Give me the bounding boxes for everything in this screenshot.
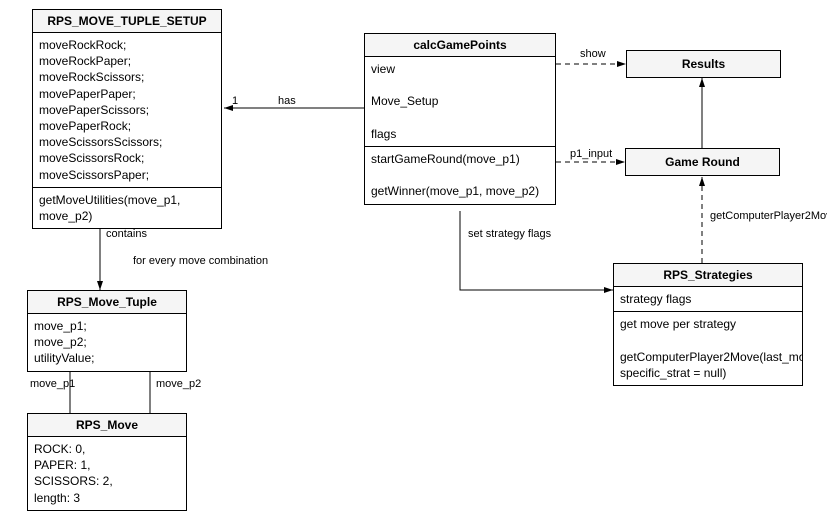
class-methods: startGameRound(move_p1) getWinner(move_p… (365, 147, 555, 204)
class-rps-move: RPS_Move ROCK: 0, PAPER: 1, SCISSORS: 2,… (27, 413, 187, 511)
class-title: Game Round (626, 149, 779, 175)
label-contains: contains (106, 228, 147, 240)
class-attributes: strategy flags (614, 287, 802, 312)
class-title: RPS_MOVE_TUPLE_SETUP (33, 10, 221, 33)
class-methods: get move per strategy getComputerPlayer2… (614, 312, 802, 385)
class-rps-move-tuple: RPS_Move_Tuple move_p1; move_p2; utility… (27, 290, 187, 372)
class-title: calcGamePoints (365, 34, 555, 57)
class-results: Results (626, 50, 781, 78)
class-rps-strategies: RPS_Strategies strategy flags get move p… (613, 263, 803, 386)
class-calc-game-points: calcGamePoints view Move_Setup flags sta… (364, 33, 556, 205)
label-for-every: for every move combination (133, 255, 268, 267)
class-rps-move-tuple-setup: RPS_MOVE_TUPLE_SETUP moveRockRock; moveR… (32, 9, 222, 229)
label-move-p2: move_p2 (156, 378, 201, 390)
label-set-strategy-flags: set strategy flags (468, 228, 551, 240)
class-title: RPS_Strategies (614, 264, 802, 287)
label-p1-input: p1_input (570, 148, 612, 160)
label-move-p1: move_p1 (30, 378, 75, 390)
class-attributes: view Move_Setup flags (365, 57, 555, 147)
class-attributes: moveRockRock; moveRockPaper; moveRockSci… (33, 33, 221, 188)
class-methods: getMoveUtilities(move_p1, move_p2) (33, 188, 221, 228)
class-attributes: ROCK: 0, PAPER: 1, SCISSORS: 2, length: … (28, 437, 186, 510)
class-game-round: Game Round (625, 148, 780, 176)
class-title: RPS_Move (28, 414, 186, 437)
class-title: Results (627, 51, 780, 77)
label-multiplicity-one: 1 (232, 95, 238, 107)
label-get-computer-player2-move: getComputerPlayer2Move (710, 210, 827, 222)
class-title: RPS_Move_Tuple (28, 291, 186, 314)
class-attributes: move_p1; move_p2; utilityValue; (28, 314, 186, 371)
label-has: has (278, 95, 296, 107)
label-show: show (580, 48, 606, 60)
